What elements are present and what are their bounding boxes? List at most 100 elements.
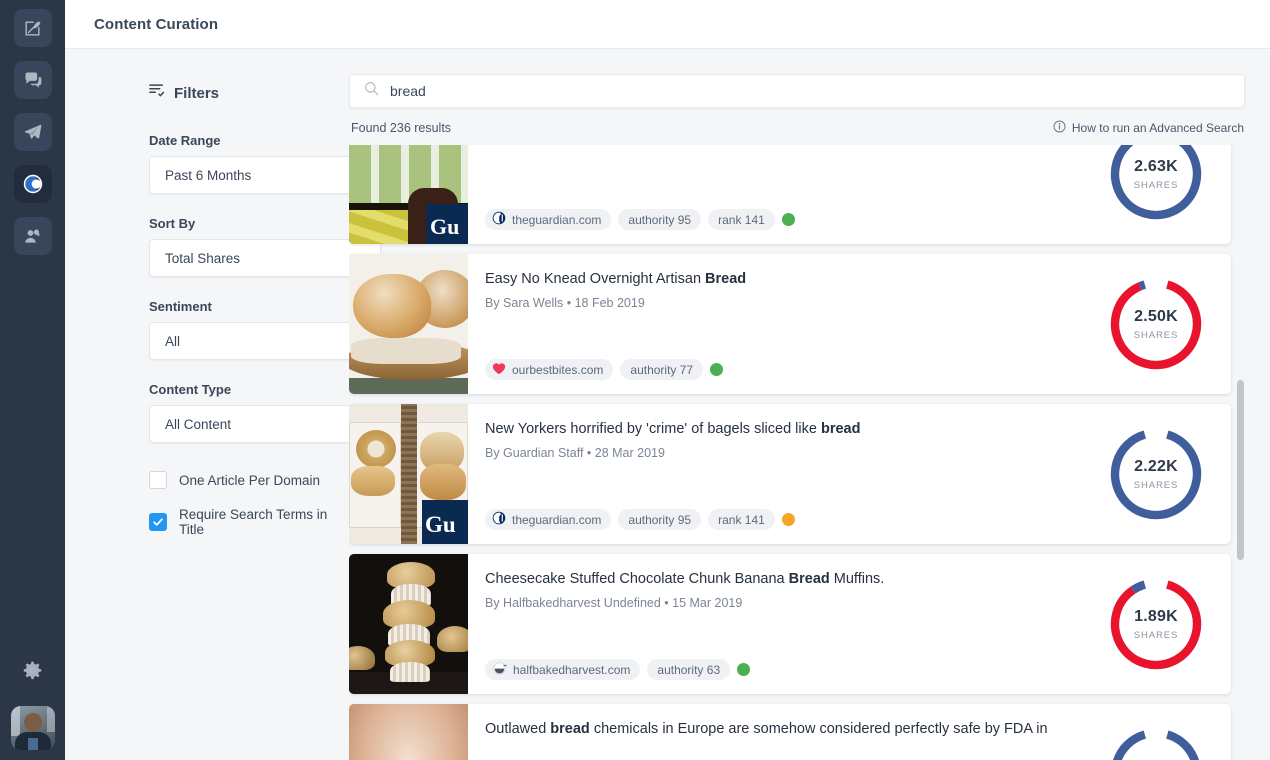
thumbnail-art <box>349 704 468 760</box>
sidebar-item-content-curation[interactable] <box>14 165 52 203</box>
guardian-favicon <box>492 511 506 528</box>
shares-donut: 2.63K SHARES <box>1107 145 1205 223</box>
result-content: New Yorkers horrified by 'crime' of bage… <box>468 404 1081 544</box>
result-card[interactable]: Gu New Yorkers horrified by 'crime' of ba… <box>349 404 1231 544</box>
shares-count: 1.89K <box>1134 608 1178 626</box>
result-card[interactable]: Cheesecake Stuffed Chocolate Chunk Banan… <box>349 554 1231 694</box>
sentiment-dot <box>782 513 795 526</box>
result-badges: halfbakedharvest.comauthority 63 <box>485 659 750 680</box>
content-type-select[interactable]: All Content <box>149 405 381 443</box>
heart-favicon <box>492 362 506 375</box>
result-thumbnail[interactable] <box>349 704 468 760</box>
result-byline: By Sara Wells • 18 Feb 2019 <box>485 296 1071 310</box>
filters-panel: Filters Date Range Past 6 Months Sort By… <box>65 49 340 760</box>
checkbox-box[interactable] <box>149 513 167 531</box>
main-column: Content Curation Filters Date Range <box>65 0 1270 760</box>
sidebar-item-publish[interactable] <box>14 113 52 151</box>
advanced-search-label: How to run an Advanced Search <box>1072 121 1244 135</box>
avatar[interactable] <box>11 706 55 750</box>
result-shares: 1.89K SHARES <box>1081 554 1231 694</box>
results-column: Found 236 results How to run an Advanced… <box>340 49 1270 760</box>
advanced-search-link[interactable]: How to run an Advanced Search <box>1053 120 1244 136</box>
results-scrollbar[interactable] <box>1237 145 1245 760</box>
date-range-value: Past 6 Months <box>165 168 358 183</box>
result-thumbnail[interactable]: Gu <box>349 404 468 544</box>
badge-domain[interactable]: ourbestbites.com <box>485 359 613 380</box>
sidebar-item-audience[interactable] <box>14 217 52 255</box>
shares-donut-center: 2.22K SHARES <box>1107 425 1205 523</box>
shares-count: 2.63K <box>1134 158 1178 176</box>
result-title[interactable]: Outlawed bread chemicals in Europe are s… <box>485 720 1071 739</box>
result-thumbnail[interactable] <box>349 554 468 694</box>
sidebar-item-compose[interactable] <box>14 9 52 47</box>
result-thumbnail[interactable]: Gu <box>349 145 468 244</box>
search-icon <box>364 81 379 101</box>
thumbnail-art <box>349 554 468 694</box>
shares-donut: 1.89K SHARES <box>1107 575 1205 673</box>
badge-authority: authority 77 <box>620 359 703 380</box>
gear-icon <box>22 660 43 686</box>
bowl-favicon <box>492 662 507 675</box>
filter-sentiment: Sentiment All <box>149 299 316 360</box>
checkbox-require-search-terms-in-title[interactable]: Require Search Terms in Title <box>149 507 340 537</box>
shares-label: SHARES <box>1134 630 1178 641</box>
result-content: Cheesecake Stuffed Chocolate Chunk Banan… <box>468 554 1081 694</box>
filter-content-type: Content Type All Content <box>149 382 316 443</box>
results-scrollbar-thumb[interactable] <box>1237 380 1244 560</box>
date-range-select[interactable]: Past 6 Months <box>149 156 381 194</box>
badge-domain-label: halfbakedharvest.com <box>513 663 630 677</box>
results-count: Found 236 results <box>351 121 451 135</box>
bowl-favicon <box>492 662 507 678</box>
results-list-viewport: GuBy Carey Gillam • 28 May 2019theguardi… <box>349 145 1245 760</box>
badge-domain[interactable]: theguardian.com <box>485 509 611 530</box>
badge-authority: authority 95 <box>618 209 701 230</box>
sentiment-dot <box>737 663 750 676</box>
result-card[interactable]: Outlawed bread chemicals in Europe are s… <box>349 704 1231 760</box>
filters-label: Filters <box>174 85 219 102</box>
checkbox-box[interactable] <box>149 471 167 489</box>
badge-domain[interactable]: halfbakedharvest.com <box>485 659 640 680</box>
shares-label: SHARES <box>1134 180 1178 191</box>
result-shares <box>1081 704 1231 760</box>
sort-by-select[interactable]: Total Shares <box>149 239 381 277</box>
left-nav-rail <box>0 0 65 760</box>
filter-list-icon <box>149 83 165 103</box>
badge-rank: rank 141 <box>708 209 775 230</box>
badge-domain-label: theguardian.com <box>512 213 601 227</box>
checkbox-label: One Article Per Domain <box>179 473 320 488</box>
sidebar-item-conversations[interactable] <box>14 61 52 99</box>
guardian-favicon <box>492 511 506 525</box>
app-root: Content Curation Filters Date Range <box>0 0 1270 760</box>
result-title[interactable]: New Yorkers horrified by 'crime' of bage… <box>485 420 1071 439</box>
shares-count: 2.22K <box>1134 458 1178 476</box>
checkbox-label: Require Search Terms in Title <box>179 507 340 537</box>
paper-plane-icon <box>23 122 43 142</box>
search-bar[interactable] <box>349 74 1245 108</box>
thumbnail-art: Gu <box>349 404 468 544</box>
chat-bubble-icon <box>23 70 43 90</box>
avatar-shirt <box>28 738 38 750</box>
result-card[interactable]: GuBy Carey Gillam • 28 May 2019theguardi… <box>349 145 1231 244</box>
avatar-head <box>24 713 42 732</box>
settings-button[interactable] <box>14 654 52 692</box>
badge-domain[interactable]: theguardian.com <box>485 209 611 230</box>
sentiment-select[interactable]: All <box>149 322 381 360</box>
shares-label: SHARES <box>1134 330 1178 341</box>
content-type-label: Content Type <box>149 382 316 397</box>
search-input[interactable] <box>390 83 1230 99</box>
edit-compose-icon <box>23 19 42 38</box>
info-circle-icon <box>1053 120 1066 136</box>
shares-label: SHARES <box>1134 480 1178 491</box>
result-content: Easy No Knead Overnight Artisan Bread By … <box>468 254 1081 394</box>
result-badges: theguardian.com authority 95 rank 141 <box>485 209 795 230</box>
result-thumbnail[interactable] <box>349 254 468 394</box>
result-title[interactable]: Easy No Knead Overnight Artisan Bread <box>485 270 1071 289</box>
result-title[interactable]: Cheesecake Stuffed Chocolate Chunk Banan… <box>485 570 1071 589</box>
result-card[interactable]: Easy No Knead Overnight Artisan Bread By … <box>349 254 1231 394</box>
sentiment-label: Sentiment <box>149 299 316 314</box>
filters-heading: Filters <box>149 83 340 103</box>
badge-authority: authority 95 <box>618 509 701 530</box>
avatar-window-left <box>11 706 20 736</box>
checkbox-one-article-per-domain[interactable]: One Article Per Domain <box>149 471 340 489</box>
thumbnail-art <box>349 254 468 394</box>
